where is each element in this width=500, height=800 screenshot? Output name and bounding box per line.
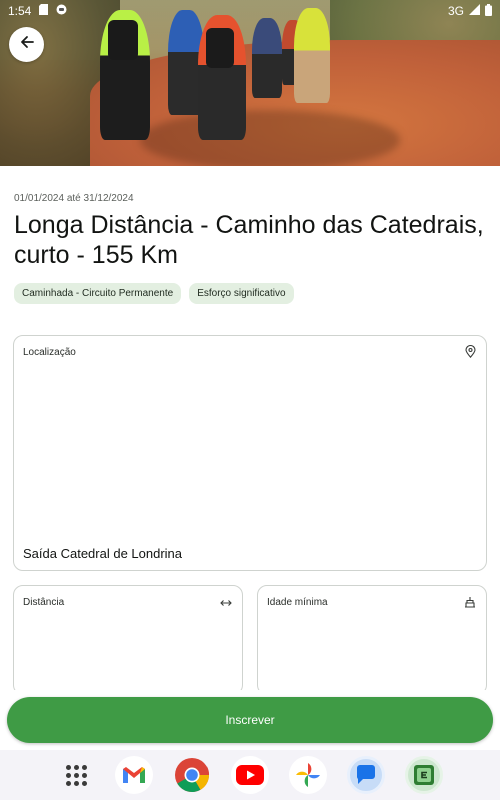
hiker-figure <box>294 8 330 103</box>
tag-chip: Esforço significativo <box>189 283 294 304</box>
arrow-left-icon <box>19 34 35 55</box>
cake-icon <box>464 595 476 613</box>
gmail-icon[interactable] <box>115 756 153 794</box>
distance-label: Distância <box>23 597 65 608</box>
hiker-figure <box>252 18 282 98</box>
location-value: Saída Catedral de Londrina <box>23 546 183 561</box>
tag-chip: Caminhada - Circuito Permanente <box>14 283 182 304</box>
e2-app-icon[interactable] <box>405 756 443 794</box>
back-button[interactable] <box>9 27 44 62</box>
backpack <box>206 28 234 68</box>
distance-card: Distância <box>13 585 243 695</box>
backpack <box>108 20 138 60</box>
location-card[interactable]: Localização Saída Catedral de Londrina <box>13 335 487 571</box>
app-notification-icon <box>56 4 67 18</box>
event-tags: Caminhada - Circuito Permanente Esforço … <box>14 283 294 304</box>
app-dock <box>0 750 500 800</box>
status-bar: 1:54 3G <box>0 0 500 22</box>
sd-card-icon <box>39 4 49 18</box>
event-hero-image <box>0 0 500 166</box>
signal-icon <box>469 4 480 18</box>
event-title: Longa Distância - Caminho das Catedrais,… <box>14 211 484 269</box>
photos-icon[interactable] <box>289 756 327 794</box>
status-time: 1:54 <box>8 4 32 18</box>
messages-icon[interactable] <box>347 756 385 794</box>
register-button[interactable]: Inscrever <box>7 697 493 743</box>
location-label: Localização <box>23 347 76 358</box>
event-dates: 01/01/2024 até 31/12/2024 <box>14 193 134 204</box>
battery-icon <box>485 3 492 19</box>
chrome-icon[interactable] <box>173 756 211 794</box>
network-type: 3G <box>447 4 464 18</box>
app-drawer-icon[interactable] <box>57 756 95 794</box>
location-pin-icon <box>465 344 476 363</box>
min-age-card: Idade mínima <box>257 585 487 695</box>
horizontal-arrows-icon <box>220 595 232 613</box>
youtube-icon[interactable] <box>231 756 269 794</box>
min-age-label: Idade mínima <box>267 597 328 608</box>
